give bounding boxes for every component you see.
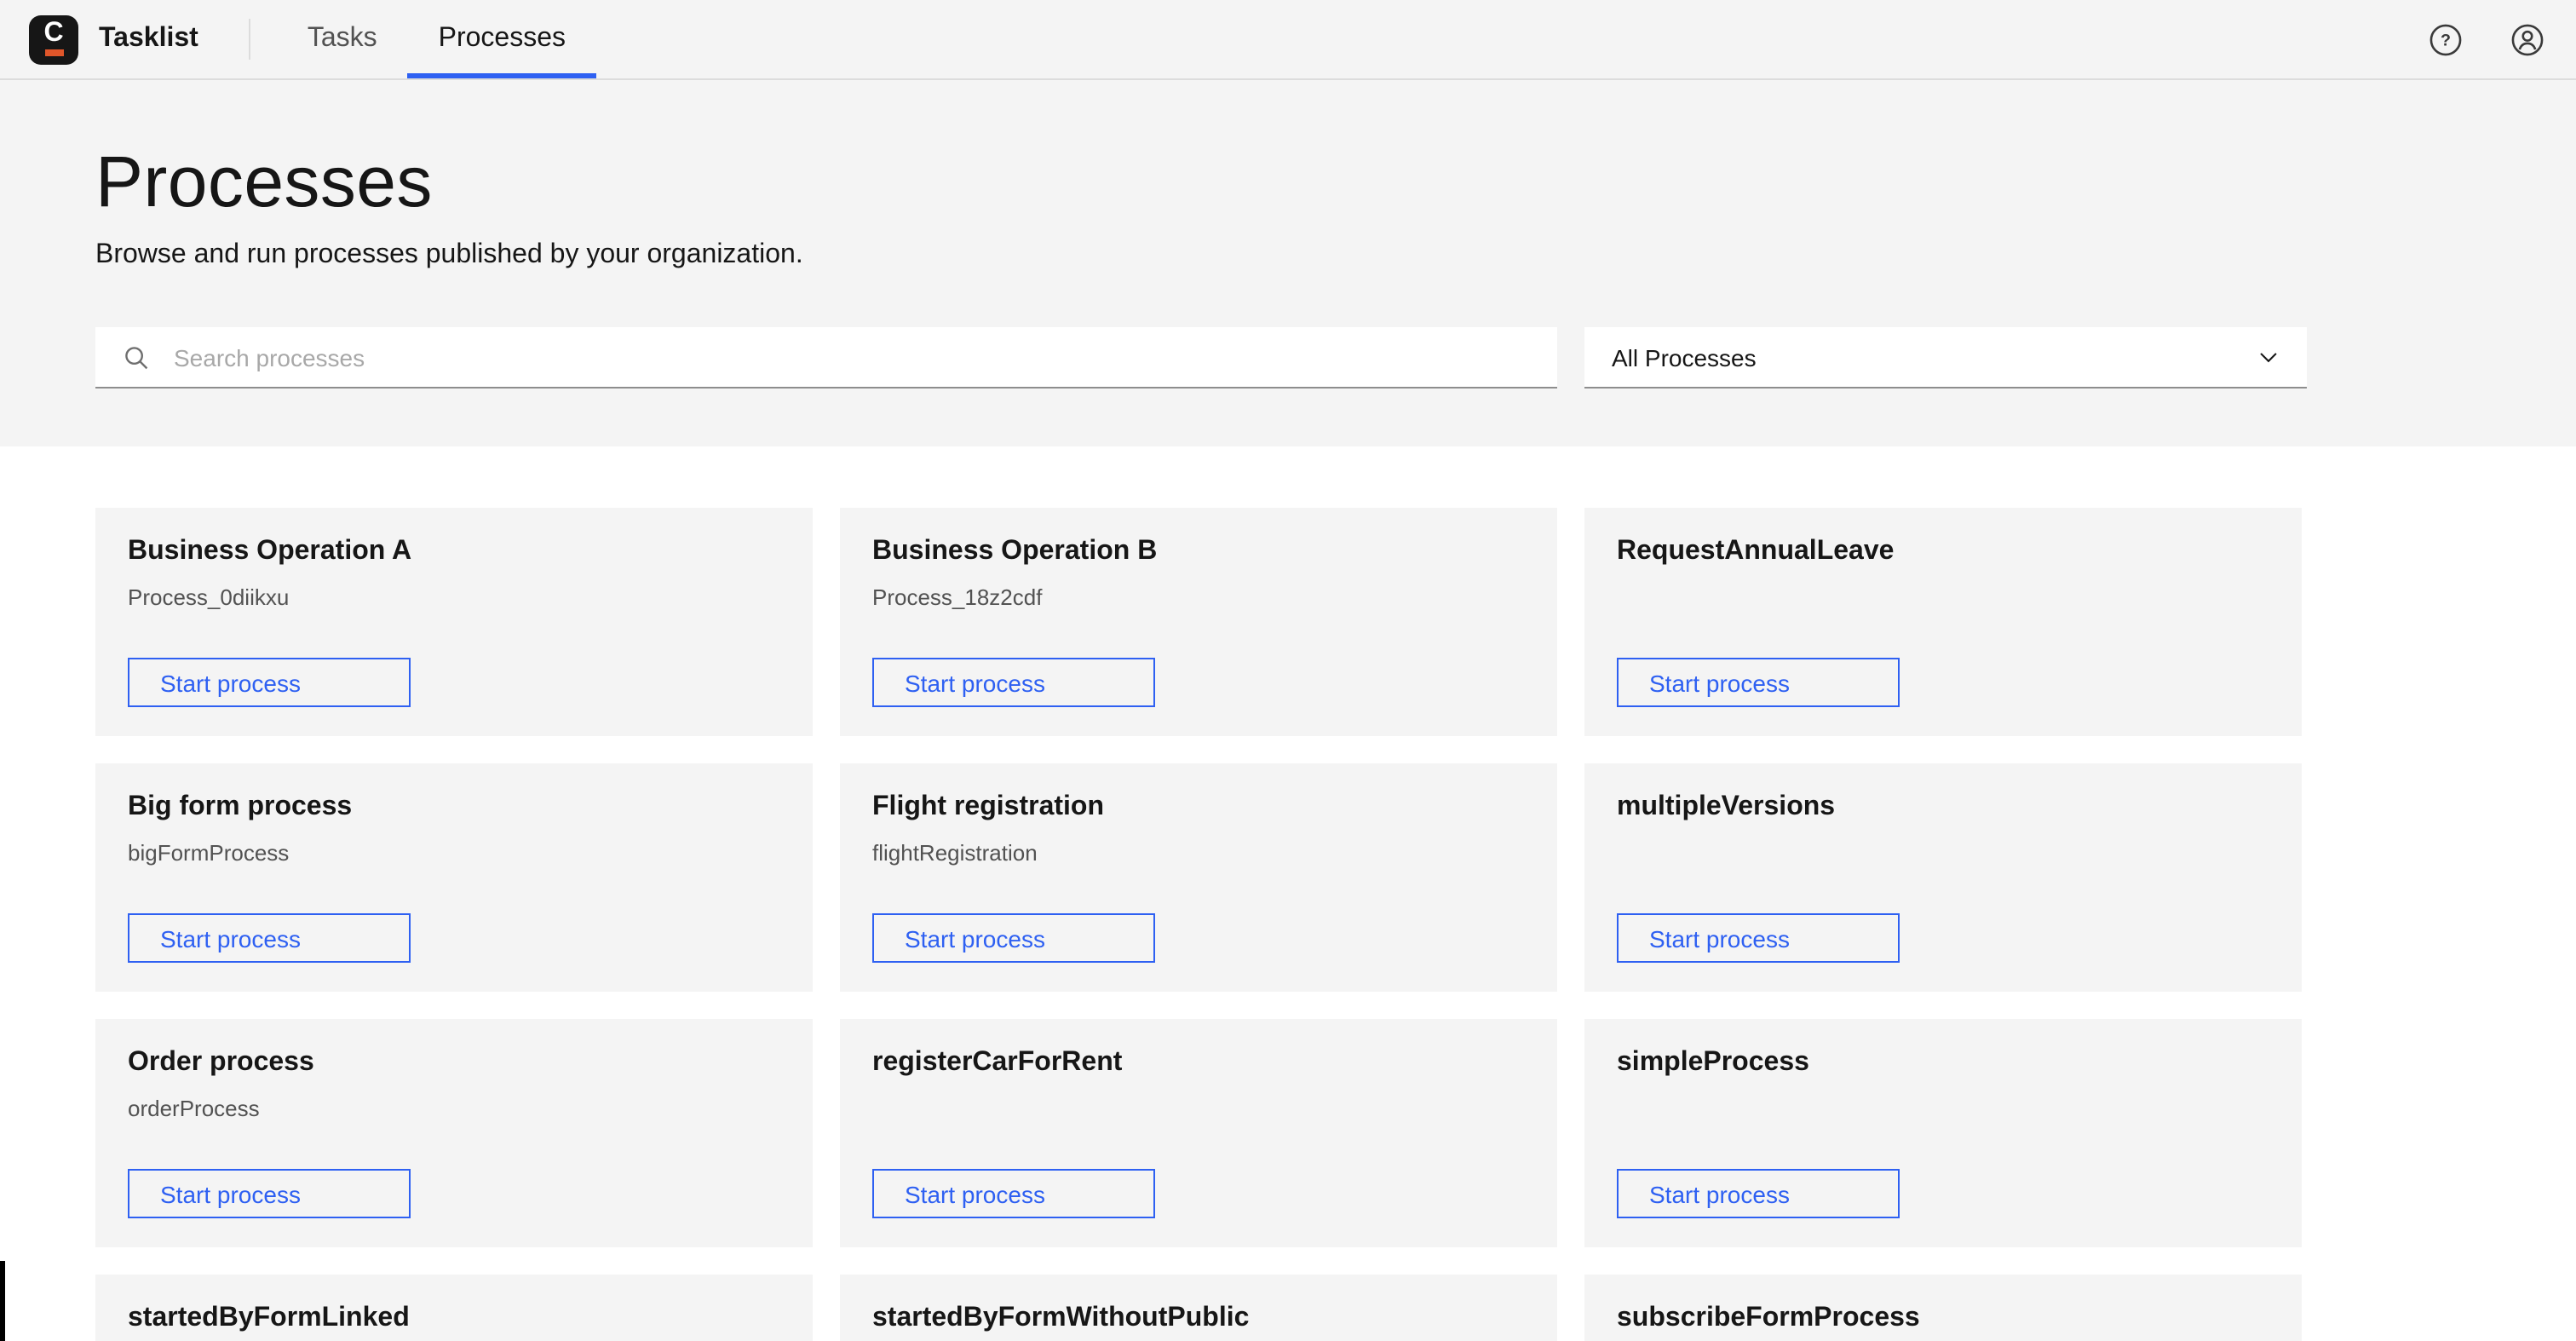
start-process-button[interactable]: Start process: [128, 913, 411, 963]
process-card: Business Operation A Process_0diikxu Sta…: [95, 508, 813, 736]
hero-section: Processes Browse and run processes publi…: [0, 80, 2576, 446]
header-divider: [250, 19, 251, 60]
process-card: Business Operation B Process_18z2cdf Sta…: [840, 508, 1557, 736]
process-card: RequestAnnualLeave Start process: [1584, 508, 2302, 736]
logo-letter: C: [29, 18, 78, 49]
process-name: RequestAnnualLeave: [1617, 535, 2269, 569]
process-name: Order process: [128, 1046, 780, 1080]
process-id: Process_18z2cdf: [872, 584, 1525, 610]
process-id: [872, 1096, 1525, 1121]
process-id: Process_0diikxu: [128, 584, 780, 610]
filter-controls: All Processes: [95, 327, 2576, 388]
tab-processes-label: Processes: [439, 24, 566, 55]
logo-accent-bar: [44, 49, 63, 55]
process-name: registerCarForRent: [872, 1046, 1525, 1080]
search-icon: [123, 343, 150, 371]
process-card: Big form process bigFormProcess Start pr…: [95, 763, 813, 992]
page-title: Processes: [95, 80, 2576, 227]
process-id: flightRegistration: [872, 840, 1525, 866]
process-name: Big form process: [128, 791, 780, 825]
start-process-button[interactable]: Start process: [1617, 1169, 1900, 1218]
user-avatar-icon[interactable]: [2510, 21, 2545, 57]
start-process-button[interactable]: Start process: [872, 1169, 1155, 1218]
chevron-down-icon: [2257, 346, 2280, 368]
process-id: orderProcess: [128, 1096, 780, 1121]
camunda-logo-icon[interactable]: C: [29, 14, 78, 64]
process-card: Order process orderProcess Start process: [95, 1019, 813, 1247]
start-process-button[interactable]: Start process: [872, 913, 1155, 963]
help-icon[interactable]: ?: [2428, 21, 2464, 57]
process-card: registerCarForRent Start process: [840, 1019, 1557, 1247]
start-process-button[interactable]: Start process: [128, 658, 411, 707]
process-card: subscribeFormProcess Start process: [1584, 1275, 2302, 1341]
start-process-button[interactable]: Start process: [1617, 658, 1900, 707]
process-filter-dropdown[interactable]: All Processes: [1584, 327, 2307, 388]
tab-processes[interactable]: Processes: [408, 0, 596, 78]
cursor-artifact: [0, 1261, 5, 1341]
tab-tasks-label: Tasks: [308, 24, 377, 55]
tab-tasks[interactable]: Tasks: [277, 0, 408, 78]
process-name: Flight registration: [872, 791, 1525, 825]
search-input[interactable]: [170, 325, 1557, 388]
process-id: [1617, 1096, 2269, 1121]
search-field: [95, 327, 1557, 388]
process-name: Business Operation A: [128, 535, 780, 569]
process-id: [1617, 584, 2269, 610]
processes-grid-section: Business Operation A Process_0diikxu Sta…: [0, 446, 2576, 1341]
start-process-button[interactable]: Start process: [128, 1169, 411, 1218]
process-id: [1617, 840, 2269, 866]
process-card: Flight registration flightRegistration S…: [840, 763, 1557, 992]
process-card: simpleProcess Start process: [1584, 1019, 2302, 1247]
process-name: simpleProcess: [1617, 1046, 2269, 1080]
page-subtitle: Browse and run processes published by yo…: [95, 237, 2576, 274]
process-name: Business Operation B: [872, 535, 1525, 569]
process-id: bigFormProcess: [128, 840, 780, 866]
app-title: Tasklist: [99, 24, 198, 55]
main-nav: Tasks Processes: [277, 0, 596, 78]
app-header: C Tasklist Tasks Processes ?: [0, 0, 2576, 80]
process-name: startedByFormWithoutPublic: [872, 1302, 1525, 1336]
processes-grid: Business Operation A Process_0diikxu Sta…: [95, 508, 2576, 1341]
process-card: startedByFormWithoutPublic Start process: [840, 1275, 1557, 1341]
start-process-button[interactable]: Start process: [872, 658, 1155, 707]
header-right: ?: [2428, 21, 2576, 57]
process-filter-value: All Processes: [1612, 343, 1757, 371]
start-process-button[interactable]: Start process: [1617, 913, 1900, 963]
process-name: startedByFormLinked: [128, 1302, 780, 1336]
header-left: C Tasklist Tasks Processes: [0, 0, 596, 78]
process-card: multipleVersions Start process: [1584, 763, 2302, 992]
svg-text:?: ?: [2441, 31, 2451, 49]
process-name: subscribeFormProcess: [1617, 1302, 2269, 1336]
process-card: startedByFormLinked Start process: [95, 1275, 813, 1341]
process-name: multipleVersions: [1617, 791, 2269, 825]
tasklist-app: C Tasklist Tasks Processes ?: [0, 0, 2576, 1341]
